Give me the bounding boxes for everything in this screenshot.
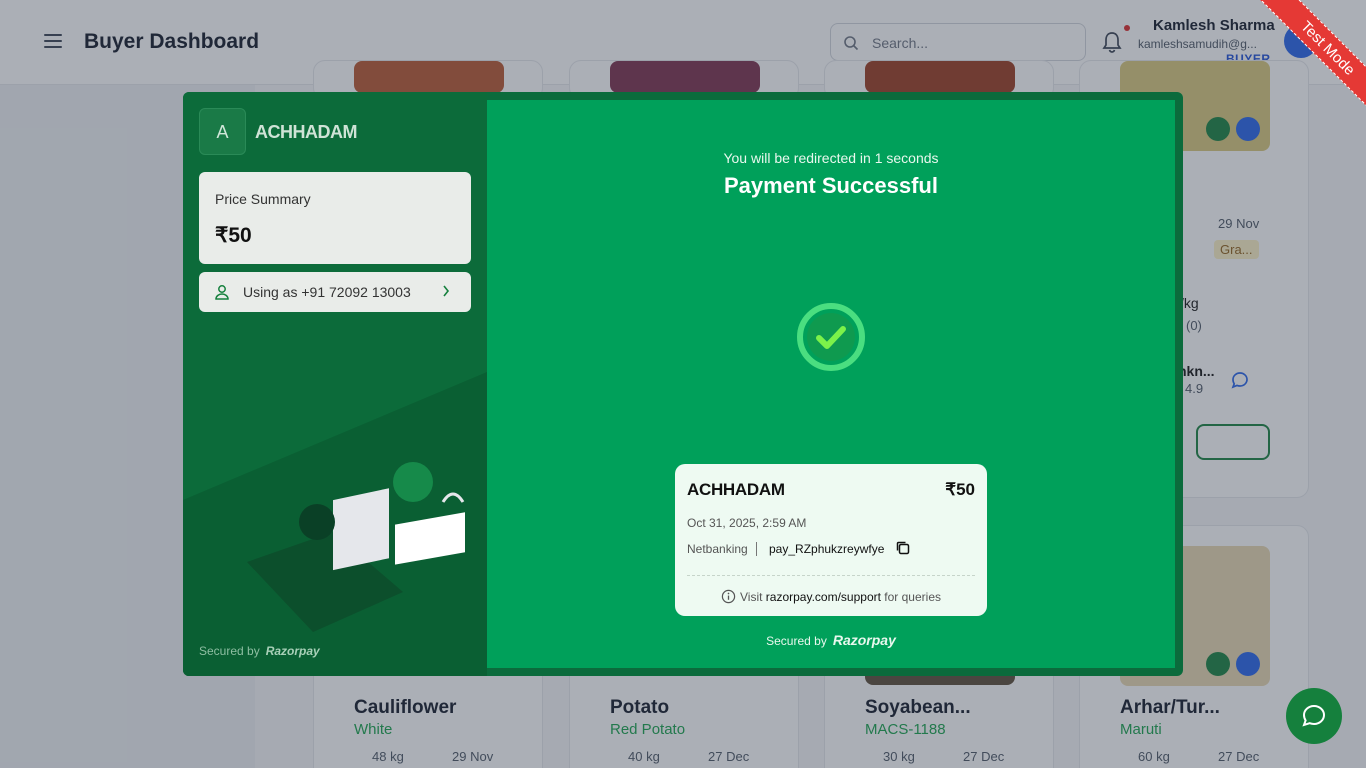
receipt-merchant: ACHHADAM xyxy=(687,480,785,499)
payment-id: pay_RZphukzreywfye xyxy=(769,542,885,556)
chat-icon xyxy=(1302,704,1326,727)
payment-receipt-card: ACHHADAM ₹50 Oct 31, 2025, 2:59 AM Netba… xyxy=(675,464,987,616)
razorpay-checkout-modal: A ACHHADAM Price Summary ₹50 Using as +9… xyxy=(183,92,1183,676)
merchant-logo: A xyxy=(199,108,246,155)
price-summary: Price Summary ₹50 xyxy=(199,172,471,264)
payment-status-title: Payment Successful xyxy=(724,173,938,198)
using-as-text: Using as +91 72092 13003 xyxy=(243,284,411,300)
copy-icon[interactable] xyxy=(895,540,911,556)
secured-by-footer: Secured by Razorpay xyxy=(199,644,320,658)
price-summary-label: Price Summary xyxy=(215,191,311,207)
check-circle-icon xyxy=(797,303,865,371)
secured-by-footer-right: Secured by Razorpay xyxy=(487,632,1175,648)
support-prefix: Visit xyxy=(739,590,763,604)
razorpay-logo: Razorpay xyxy=(265,644,320,658)
redirect-countdown: You will be redirected in 1 seconds xyxy=(723,150,939,166)
chevron-right-icon xyxy=(443,285,450,297)
secured-by-text: Secured by xyxy=(766,634,827,648)
receipt-amount: ₹50 xyxy=(945,480,975,499)
payment-method: Netbanking xyxy=(687,542,757,556)
user-icon xyxy=(215,285,229,300)
chat-button[interactable] xyxy=(1286,688,1342,744)
receipt-datetime: Oct 31, 2025, 2:59 AM xyxy=(687,516,807,530)
price-summary-amount: ₹50 xyxy=(215,224,252,247)
razorpay-logo: Razorpay xyxy=(832,632,896,648)
payment-status-panel: You will be redirected in 1 seconds Paym… xyxy=(487,100,1175,668)
info-icon xyxy=(721,589,736,604)
merchant-name: ACHHADAM xyxy=(255,122,358,142)
contact-selector[interactable]: Using as +91 72092 13003 xyxy=(199,272,471,312)
secured-by-text: Secured by xyxy=(199,644,260,658)
support-link[interactable]: razorpay.com/support xyxy=(766,590,881,604)
divider xyxy=(687,575,975,576)
checkout-summary-panel: A ACHHADAM Price Summary ₹50 Using as +9… xyxy=(183,92,487,676)
support-suffix: for queries xyxy=(884,590,941,604)
support-note: Visit razorpay.com/support for queries xyxy=(675,589,987,604)
